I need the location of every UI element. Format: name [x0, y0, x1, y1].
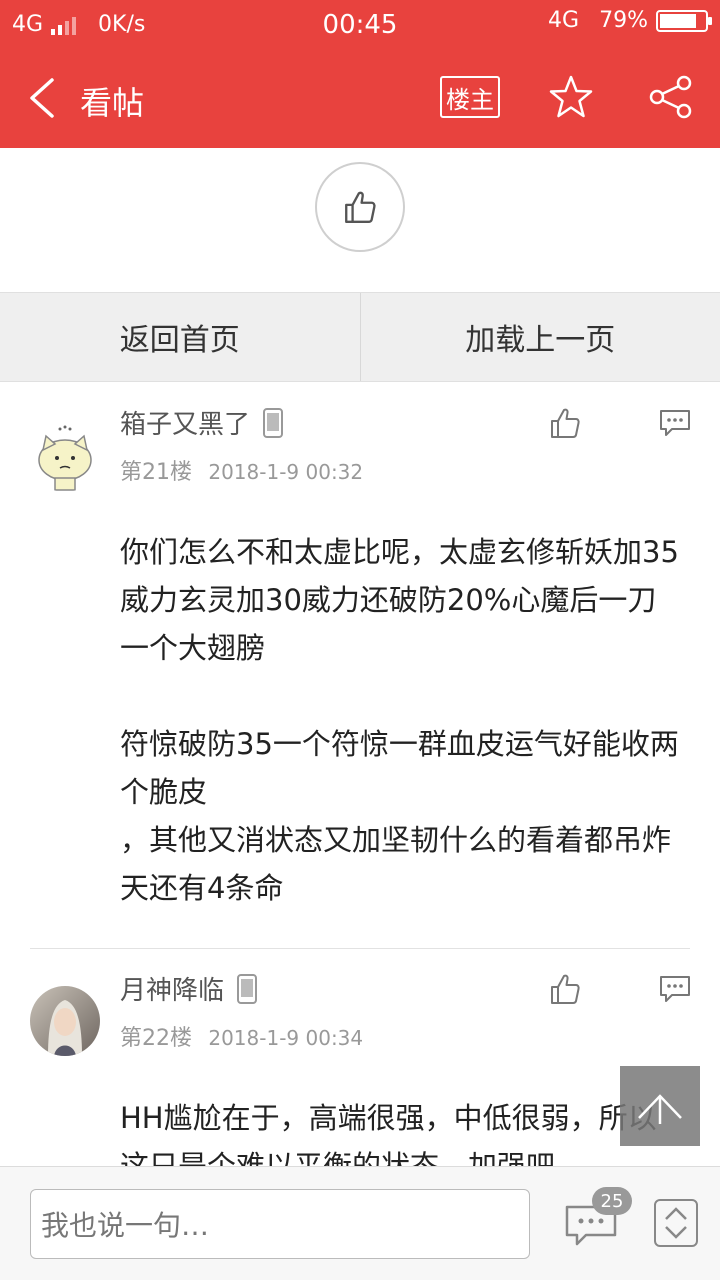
comment-icon[interactable] [658, 974, 692, 1004]
arrow-up-icon [638, 1094, 682, 1124]
like-button[interactable] [315, 162, 405, 252]
thumbs-up-icon [345, 191, 376, 223]
thumbs-up-icon[interactable] [548, 972, 582, 1006]
username-row: 箱子又黑了 [120, 404, 284, 441]
username-row: 月神降临 [120, 970, 258, 1007]
battery-percent: 79% [599, 8, 648, 33]
floor-number: 第22楼 [120, 1026, 192, 1051]
phone-icon [237, 973, 258, 1004]
load-prev-page-button[interactable]: 加载上一页 [361, 293, 720, 381]
chevron-up-down-icon [665, 1207, 687, 1239]
post-item: 月神降临 第22楼 2018-1-9 00:34 HH尴尬在于，高端很强，中低很… [0, 948, 720, 1166]
share-icon[interactable] [648, 74, 694, 120]
post-meta: 第22楼 2018-1-9 00:34 [120, 1020, 363, 1052]
post-paragraph: 你们怎么不和太虚比呢，太虚玄修斩妖加35威力玄灵加30威力还破防20%心魔后一刀… [120, 535, 679, 665]
bottom-bar: 我也说一句… 25 [0, 1166, 720, 1280]
battery-icon [656, 9, 712, 32]
floor-number: 第21楼 [120, 460, 192, 485]
back-to-top-button[interactable] [620, 1066, 700, 1146]
network-label-right: 4G [548, 8, 580, 33]
comment-count-badge: 25 [592, 1187, 632, 1215]
thumbs-up-icon[interactable] [548, 406, 582, 440]
nav-bar: 看帖 楼主 [0, 50, 720, 148]
back-icon[interactable] [24, 76, 58, 120]
username[interactable]: 箱子又黑了 [120, 404, 250, 441]
page-title: 看帖 [80, 84, 145, 122]
post-date: 2018-1-9 00:32 [208, 460, 364, 484]
phone-icon [263, 407, 284, 438]
owner-only-button[interactable]: 楼主 [440, 76, 500, 118]
post-content: HH尴尬在于，高端很强，中低很弱，所以这只是个难以平衡的状态，加强吧 [120, 1094, 680, 1166]
star-icon[interactable] [548, 74, 594, 120]
post-meta: 第21楼 2018-1-9 00:32 [120, 454, 363, 486]
post-content: 你们怎么不和太虚比呢，太虚玄修斩妖加35威力玄灵加30威力还破防20%心魔后一刀… [120, 528, 680, 912]
pager-bar: 返回首页 加载上一页 [0, 292, 720, 382]
avatar[interactable] [30, 422, 100, 492]
post-paragraph: HH尴尬在于，高端很强，中低很弱，所以这只是个难以平衡的状态，加强吧 [120, 1101, 657, 1166]
username[interactable]: 月神降临 [120, 970, 224, 1007]
post-paragraph: 符惊破防35一个符惊一群血皮运气好能收两个脆皮 ，其他又消状态又加坚韧什么的看着… [120, 727, 679, 905]
top-bar: 4G 0K/s 00:45 4G 79% 看帖 楼主 [0, 0, 720, 148]
comment-icon[interactable] [658, 408, 692, 438]
cat-avatar-icon [30, 422, 100, 492]
post-item: 箱子又黑了 第21楼 2018-1-9 00:32 你们怎么不和太虚比呢，太虚玄… [0, 382, 720, 948]
back-home-button[interactable]: 返回首页 [0, 293, 360, 381]
page-jump-button[interactable] [654, 1199, 698, 1247]
character-avatar-icon [30, 986, 100, 1056]
reply-input[interactable]: 我也说一句… [30, 1189, 530, 1259]
avatar[interactable] [30, 986, 100, 1056]
status-bar: 4G 0K/s 00:45 4G 79% [0, 0, 720, 50]
like-section [0, 148, 720, 292]
post-date: 2018-1-9 00:34 [208, 1026, 364, 1050]
